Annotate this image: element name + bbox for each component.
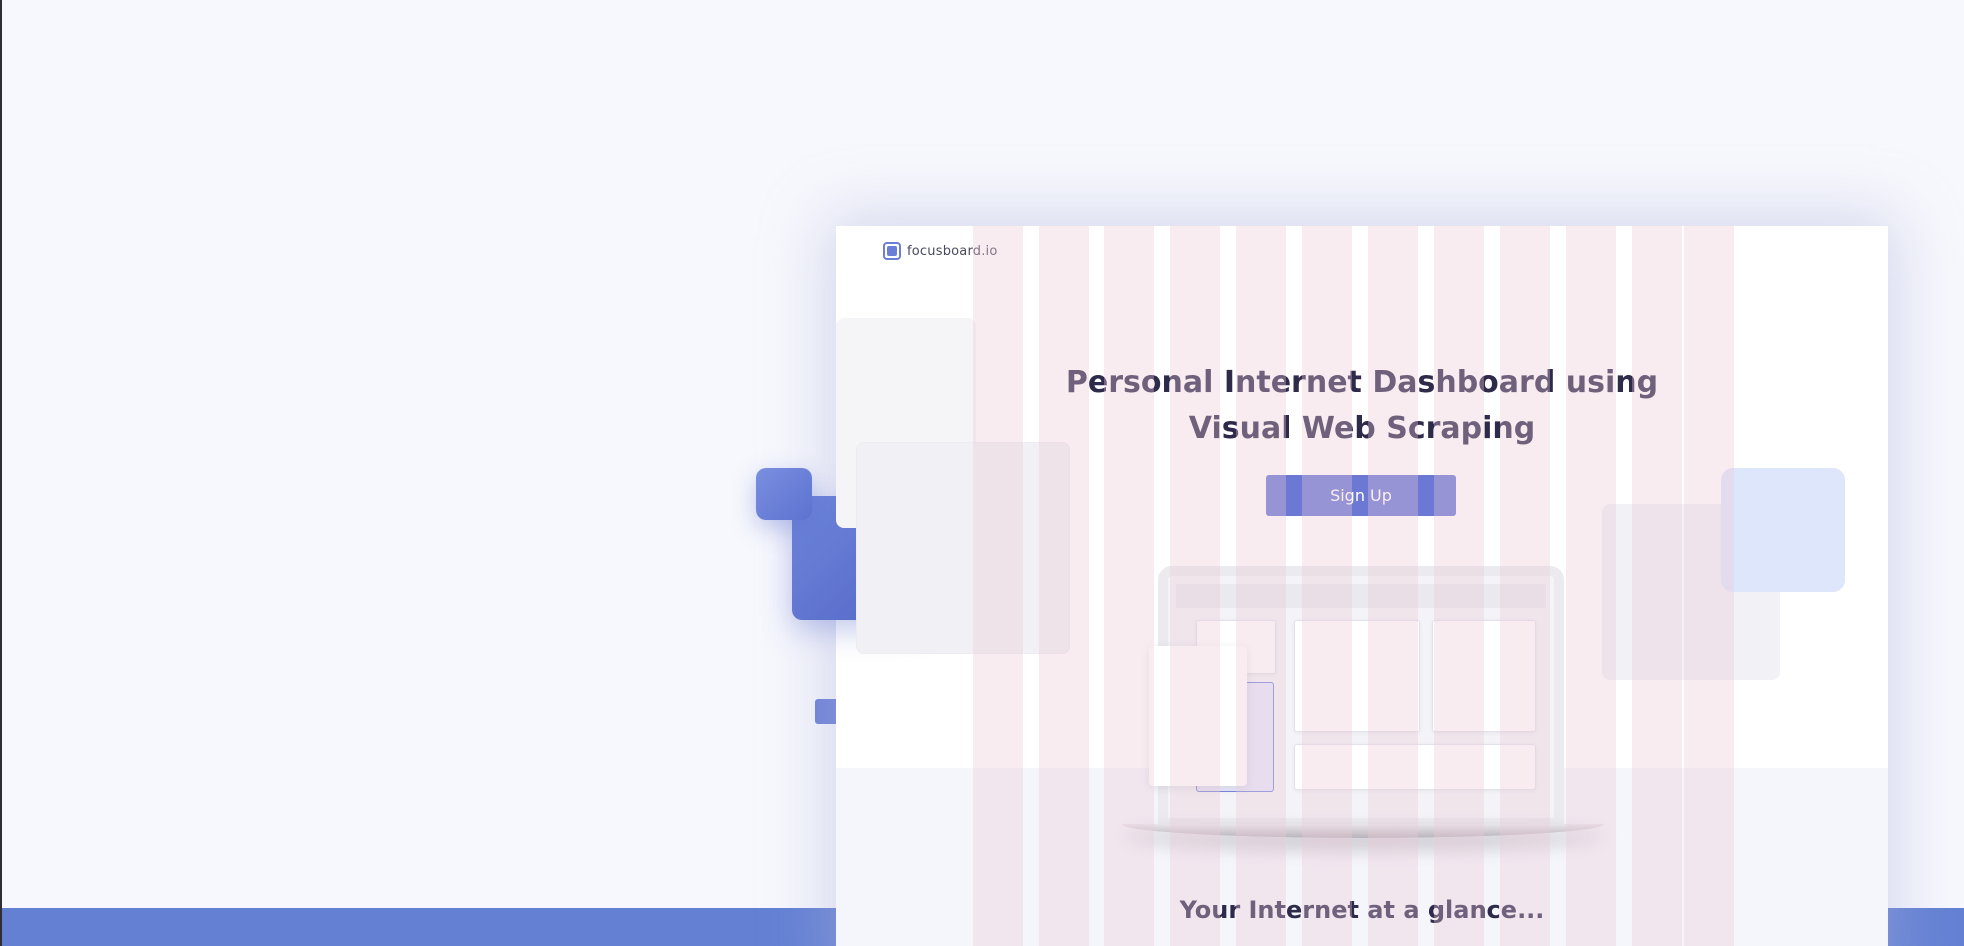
background-pane [856, 442, 1070, 654]
laptop-topbar [1176, 584, 1546, 608]
focusboard-logo-icon [883, 242, 901, 260]
landing-page-preview: focusboard.io Personal Internet Dashboar… [836, 226, 1888, 946]
page-canvas: focusboard.io Personal Internet Dashboar… [0, 0, 1964, 946]
dashboard-tile [1294, 620, 1420, 732]
decorative-blue-pane [1721, 468, 1845, 592]
sign-up-button[interactable]: Sign Up [1266, 475, 1456, 516]
section-heading: Your Internet at a glance... [1179, 896, 1545, 924]
hero-title-line: Personal Internet Dashboard using [1065, 365, 1659, 400]
hero-title-line: Visual Web Scraping [1188, 411, 1536, 446]
brand-name: focusboard.io [907, 243, 998, 259]
dashboard-tile [1294, 744, 1536, 790]
decorative-square-small [756, 468, 812, 520]
hero-title: Personal Internet Dashboard using Visual… [836, 360, 1888, 452]
brand-logo[interactable]: focusboard.io [883, 242, 998, 260]
floating-widget-card [1149, 646, 1247, 786]
dashboard-tile [1432, 620, 1536, 732]
